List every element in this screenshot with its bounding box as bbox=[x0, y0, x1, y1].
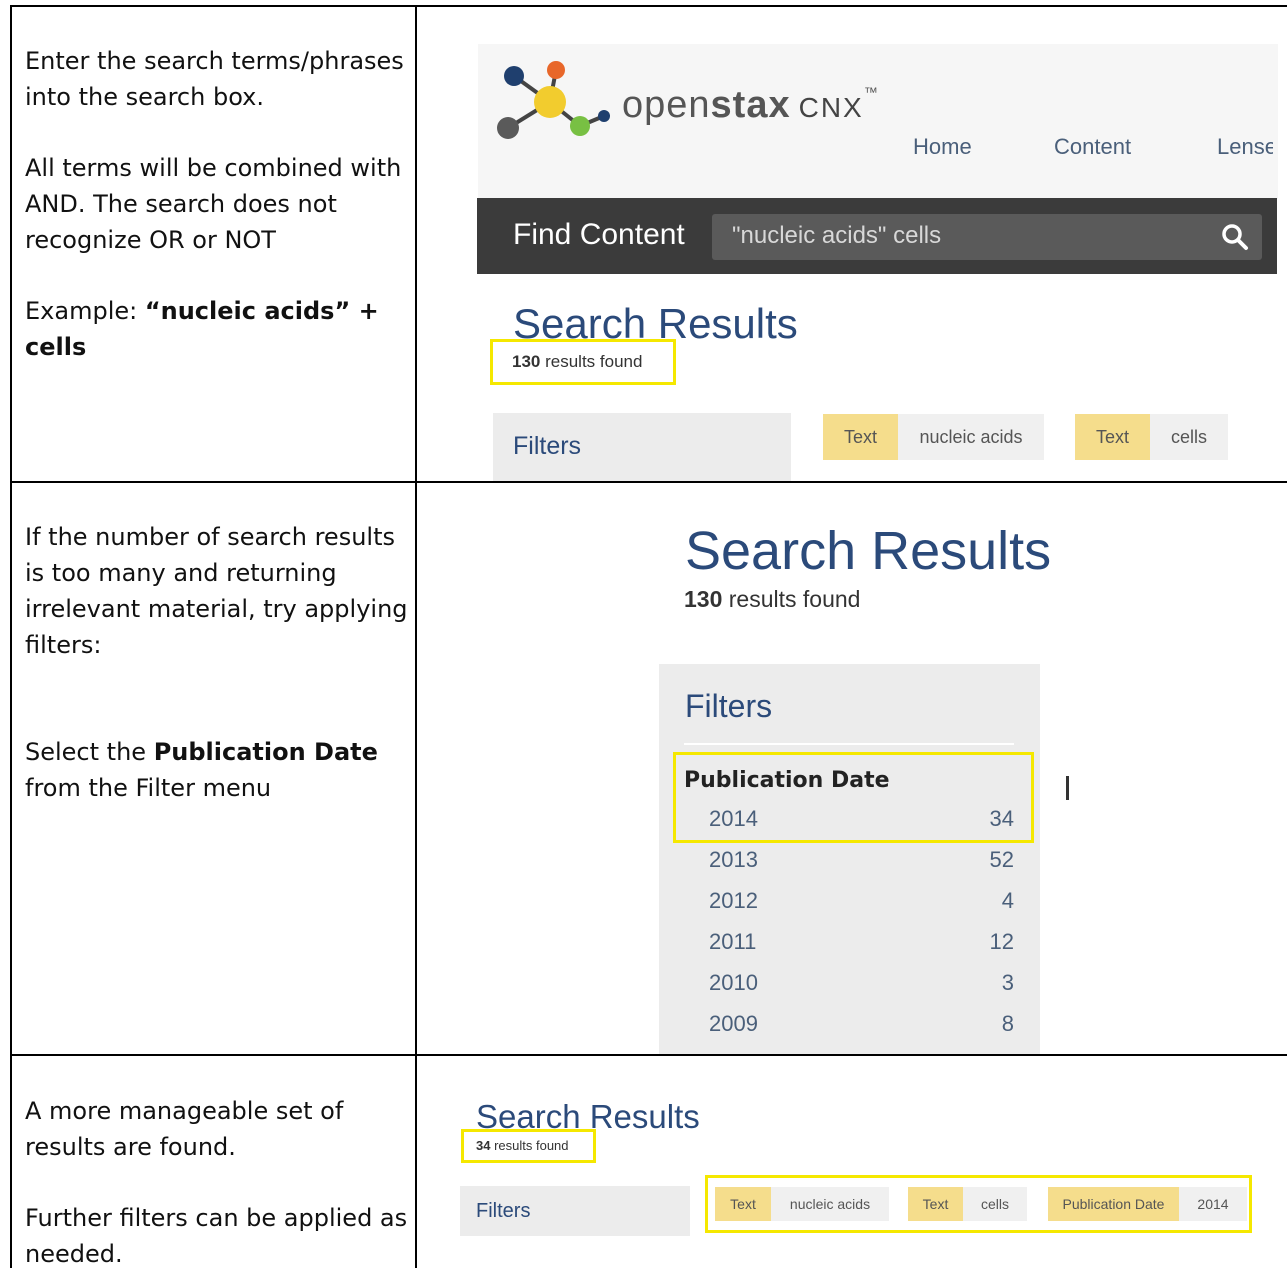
chip-value: cells bbox=[963, 1187, 1027, 1221]
select-publication-date: Publication Date bbox=[153, 738, 378, 766]
year-label: 2009 bbox=[709, 1011, 758, 1036]
filter-chip-publication-date[interactable]: Publication Date 2014 bbox=[1048, 1187, 1247, 1221]
chip-key: Text bbox=[1075, 414, 1150, 460]
row1-example: Example: “nucleic acids” + cells bbox=[25, 293, 410, 365]
year-count: 52 bbox=[989, 847, 1014, 872]
example-prefix: Example: bbox=[25, 297, 145, 325]
cropped-edge-mark bbox=[1066, 776, 1069, 800]
chip-value: nucleic acids bbox=[771, 1187, 889, 1221]
results-count-highlight-small bbox=[461, 1129, 596, 1163]
openstax-logo-icon[interactable] bbox=[490, 58, 620, 148]
chip-key: Text bbox=[715, 1187, 771, 1221]
select-prefix: Select the bbox=[25, 738, 154, 766]
results-count-number: 130 bbox=[684, 586, 723, 612]
filter-chip-text-cells-small[interactable]: Text cells bbox=[908, 1187, 1027, 1221]
year-option-2012[interactable]: 2012 4 bbox=[660, 888, 1020, 928]
row1-paragraph-1: Enter the search terms/phrases into the … bbox=[25, 47, 404, 111]
filters-label: Filters bbox=[513, 432, 582, 460]
logo-cnx: CNX bbox=[798, 92, 864, 123]
table-row-divider-1 bbox=[10, 481, 1287, 483]
table-border-top bbox=[10, 5, 1287, 7]
row2-select: Select the Publication Date bbox=[25, 734, 410, 770]
row1-instructions: Enter the search terms/phrases into the … bbox=[25, 43, 410, 365]
filters-label-small: Filters bbox=[476, 1200, 531, 1222]
nav-content[interactable]: Content bbox=[1054, 134, 1131, 160]
filter-chip-text-nucleic[interactable]: Text nucleic acids bbox=[823, 414, 1044, 460]
find-content-label: Find Content bbox=[513, 218, 685, 251]
logo-stax: stax bbox=[710, 84, 791, 126]
logo-open: open bbox=[622, 84, 711, 126]
chip-key: Text bbox=[823, 414, 898, 460]
year-option-2009[interactable]: 2009 8 bbox=[660, 1011, 1020, 1051]
year-option-2010[interactable]: 2010 3 bbox=[660, 970, 1020, 1010]
instruction-table: Enter the search terms/phrases into the … bbox=[0, 0, 1287, 1268]
year-label: 2011 bbox=[709, 929, 757, 954]
chip-key: Text bbox=[908, 1187, 963, 1221]
filter-chip-text-cells[interactable]: Text cells bbox=[1075, 414, 1228, 460]
chip-key: Publication Date bbox=[1048, 1187, 1179, 1221]
year-label: 2010 bbox=[709, 970, 758, 995]
nav-home[interactable]: Home bbox=[913, 134, 972, 160]
nav-lenses[interactable]: Lense bbox=[1217, 134, 1273, 160]
row3-instructions: A more manageable set of results are fou… bbox=[25, 1093, 410, 1272]
logo-trademark: ™ bbox=[863, 84, 879, 100]
year-option-2011[interactable]: 2011 12 bbox=[660, 929, 1020, 969]
year-label: 2013 bbox=[709, 847, 758, 872]
filters-label-large: Filters bbox=[685, 688, 773, 724]
results-count-large: 130 results found bbox=[684, 586, 860, 613]
year-count: 4 bbox=[1001, 888, 1014, 913]
year-count: 8 bbox=[1001, 1011, 1014, 1036]
year-count: 12 bbox=[989, 929, 1014, 954]
table-border-left bbox=[10, 5, 12, 1268]
year-label: 2012 bbox=[709, 888, 758, 913]
row2-instructions: If the number of search results is too m… bbox=[25, 519, 410, 806]
table-column-divider bbox=[415, 5, 417, 1268]
openstax-logo-wordmark: openstax CNX™ bbox=[622, 84, 879, 127]
table-row-divider-2 bbox=[10, 1054, 1287, 1056]
year-option-2013[interactable]: 2013 52 bbox=[660, 847, 1020, 887]
row1-paragraph-2: All terms will be combined with AND. The… bbox=[25, 154, 402, 254]
search-icon[interactable] bbox=[1220, 222, 1250, 252]
results-count-suffix: results found bbox=[722, 586, 861, 612]
row2-select-suffix: from the Filter menu bbox=[25, 774, 272, 802]
chip-value: cells bbox=[1150, 414, 1228, 460]
year-count: 3 bbox=[1001, 970, 1014, 995]
row3-paragraph-1: A more manageable set of results are fou… bbox=[25, 1097, 344, 1161]
search-results-title-large: Search Results bbox=[685, 521, 1052, 581]
filter-chip-text-nucleic-small[interactable]: Text nucleic acids bbox=[715, 1187, 889, 1221]
row3-paragraph-2: Further filters can be applied as needed… bbox=[25, 1204, 408, 1268]
search-input-value: "nucleic acids" cells bbox=[732, 222, 942, 249]
results-count-highlight bbox=[490, 339, 676, 385]
chip-value: nucleic acids bbox=[898, 414, 1044, 460]
publication-date-highlight bbox=[673, 752, 1034, 843]
chip-value: 2014 bbox=[1179, 1187, 1247, 1221]
row2-paragraph-1: If the number of search results is too m… bbox=[25, 523, 408, 659]
filters-divider bbox=[684, 743, 1014, 745]
